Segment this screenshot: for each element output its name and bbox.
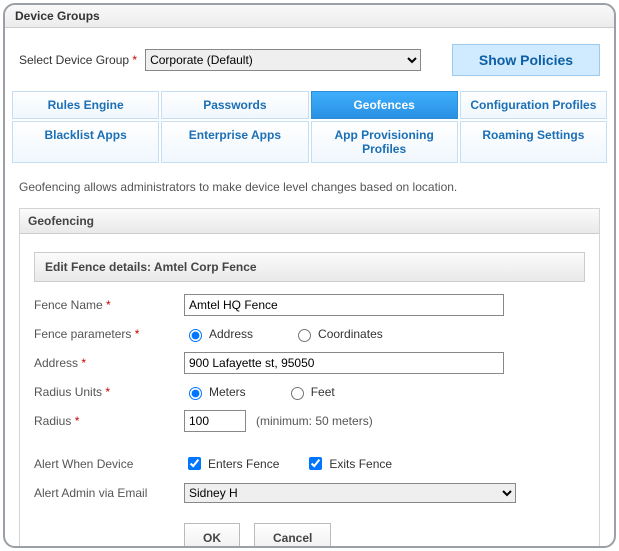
alert-when-label: Alert When Device: [34, 457, 184, 471]
radius-units-label: Radius Units *: [34, 385, 184, 399]
select-group-label: Select Device Group *: [19, 53, 137, 67]
enters-fence-checkbox[interactable]: Enters Fence: [184, 454, 279, 473]
tab-configuration-profiles[interactable]: Configuration Profiles: [460, 91, 607, 119]
window-title: Device Groups: [5, 5, 614, 28]
address-input[interactable]: [184, 352, 504, 374]
description-text: Geofencing allows administrators to make…: [5, 164, 614, 204]
fence-params-label: Fence parameters *: [34, 327, 184, 341]
device-groups-window: Device Groups Select Device Group * Corp…: [3, 3, 616, 548]
param-coordinates-radio[interactable]: Coordinates: [293, 326, 383, 342]
tab-blacklist-apps[interactable]: Blacklist Apps: [12, 121, 159, 163]
geofencing-panel: Geofencing Edit Fence details: Amtel Cor…: [19, 208, 600, 548]
param-address-radio[interactable]: Address: [184, 326, 253, 342]
edit-fence-title: Edit Fence details: Amtel Corp Fence: [34, 252, 585, 282]
tab-app-provisioning-profiles[interactable]: App Provisioning Profiles: [311, 121, 458, 163]
tab-rules-engine[interactable]: Rules Engine: [12, 91, 159, 119]
tabs: Rules Engine Passwords Geofences Configu…: [5, 90, 614, 164]
alert-email-select[interactable]: Sidney H: [184, 483, 516, 503]
ok-button[interactable]: OK: [184, 523, 240, 548]
radius-hint: (minimum: 50 meters): [256, 414, 373, 428]
device-group-select[interactable]: Corporate (Default): [145, 49, 421, 71]
fence-name-label: Fence Name *: [34, 298, 184, 312]
tab-passwords[interactable]: Passwords: [161, 91, 308, 119]
exits-fence-checkbox[interactable]: Exits Fence: [305, 454, 392, 473]
selector-row: Select Device Group * Corporate (Default…: [5, 28, 614, 90]
alert-email-label: Alert Admin via Email: [34, 486, 184, 500]
address-label: Address *: [34, 356, 184, 370]
tab-roaming-settings[interactable]: Roaming Settings: [460, 121, 607, 163]
radius-label: Radius *: [34, 414, 184, 428]
tab-geofences[interactable]: Geofences: [311, 91, 458, 119]
show-policies-button[interactable]: Show Policies: [452, 44, 600, 76]
cancel-button[interactable]: Cancel: [254, 523, 331, 548]
units-feet-radio[interactable]: Feet: [286, 384, 335, 400]
panel-title: Geofencing: [20, 209, 599, 234]
tab-enterprise-apps[interactable]: Enterprise Apps: [161, 121, 308, 163]
units-meters-radio[interactable]: Meters: [184, 384, 246, 400]
fence-name-input[interactable]: [184, 294, 504, 316]
radius-input[interactable]: [184, 410, 246, 432]
